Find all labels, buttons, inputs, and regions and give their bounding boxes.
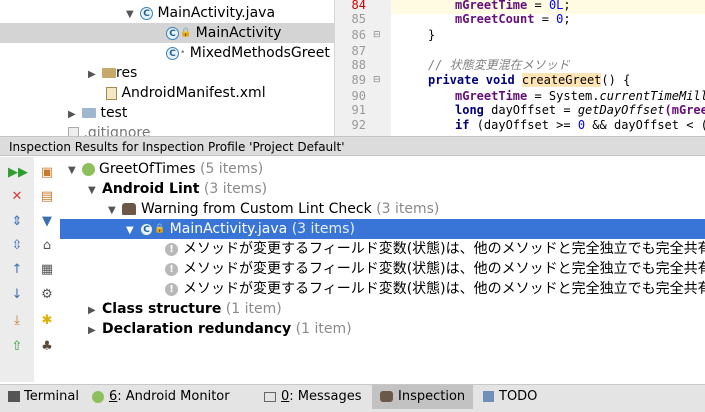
tab-terminal[interactable]: Terminal: [8, 385, 79, 409]
close-icon[interactable]: ✕: [8, 188, 26, 206]
class-icon: C: [166, 26, 179, 40]
project-tree: ▼ C MainActivity.java C 🔒 MainActivity C • …: [0, 0, 334, 136]
chevron-down-icon[interactable]: ▼: [68, 161, 82, 181]
class-icon: C: [140, 222, 153, 236]
class-icon: C: [140, 6, 153, 20]
line-number: 92: [351, 118, 366, 132]
fold-marker-icon[interactable]: ⊟: [373, 75, 381, 85]
tab-inspection[interactable]: Inspection: [372, 385, 474, 409]
code-line: }: [428, 28, 436, 42]
export-results-icon[interactable]: ⇧: [8, 338, 26, 356]
terminal-icon: [8, 391, 20, 402]
tree-item-gitignore[interactable]: .gitignore: [68, 123, 150, 136]
preview-icon[interactable]: ▦: [38, 261, 56, 279]
tree-node-file-selected[interactable]: ▼ C 🔒 MainActivity.java (3 items): [60, 219, 705, 239]
dot-icon: •: [180, 48, 186, 58]
tree-item-test[interactable]: ▶ test: [68, 103, 127, 123]
import-icon[interactable]: ⤓: [8, 312, 26, 330]
chevron-down-icon[interactable]: ▼: [126, 5, 140, 25]
code-line: if (dayOffset >= 0 && dayOffset < (3: [455, 118, 705, 132]
tree-node-warning[interactable]: ▼ Warning from Custom Lint Check (3 items…: [60, 199, 705, 219]
tree-node-android-lint[interactable]: ▼ Android Lint (3 items): [60, 179, 705, 199]
lock-icon: 🔒: [180, 28, 192, 38]
tree-item-mainactivity-java[interactable]: ▼ C MainActivity.java: [126, 3, 275, 23]
todo-icon: [483, 391, 494, 402]
tab-todo[interactable]: TODO: [483, 385, 537, 409]
manifest-file-icon: [106, 86, 117, 100]
tree-node-declaration-redundancy[interactable]: ▶ Declaration redundancy (1 item): [60, 319, 705, 339]
tree-item-androidmanifest[interactable]: AndroidManifest.xml: [106, 83, 266, 103]
fold-marker-icon[interactable]: ⊟: [373, 30, 381, 40]
lock-icon: 🔒: [154, 224, 166, 234]
top-area: ▼ C MainActivity.java C 🔒 MainActivity C • …: [0, 0, 705, 136]
android-icon: [92, 390, 104, 403]
tree-node-class-structure[interactable]: ▶ Class structure (1 item): [60, 299, 705, 319]
warning-icon: !: [165, 242, 178, 256]
inspector-icon[interactable]: ♣: [38, 338, 56, 356]
messages-icon: [264, 391, 276, 402]
problem-item[interactable]: ! メソッドが変更するフィールド変数(状態)は、他のメソッドと完全独立でも完全共有…: [60, 259, 705, 279]
editor-gutter: 84 85 86 87 88 89 90 91 92 ⊟ ⊟: [334, 0, 391, 136]
folder-icon: [102, 68, 116, 78]
class-icon: C: [166, 46, 179, 60]
previous-arrow-icon[interactable]: ↑: [8, 261, 26, 279]
inspection-icon: [380, 391, 393, 402]
folder-icon: [82, 108, 96, 118]
chevron-down-icon[interactable]: ▼: [126, 221, 140, 241]
tree-node-root[interactable]: ▼ GreetOfTimes (5 items): [60, 159, 705, 179]
collapse-all-icon[interactable]: ⇳: [8, 237, 26, 255]
chevron-right-icon[interactable]: ▶: [88, 321, 102, 341]
problem-item[interactable]: ! メソッドが変更するフィールド変数(状態)は、他のメソッドと完全独立でも完全共有…: [60, 279, 705, 299]
autoscroll-icon[interactable]: ⌂: [38, 237, 56, 255]
warning-icon: !: [165, 282, 178, 296]
chevron-right-icon[interactable]: ▶: [68, 105, 82, 125]
android-icon: [82, 162, 95, 176]
inspector-icon: [122, 203, 136, 215]
inspection-results-tree: ▼ GreetOfTimes (5 items) ▼ Android Lint (3…: [60, 157, 705, 382]
filter-icon[interactable]: ▼: [38, 213, 56, 231]
inspection-panel-header: Inspection Results for Inspection Profil…: [0, 136, 705, 156]
problem-item[interactable]: ! メソッドが変更するフィールド変数(状態)は、他のメソッドと完全独立でも完全共有…: [60, 239, 705, 259]
file-icon: [68, 126, 79, 136]
inspection-toolbar: ▶▶ ▣ ✕ ▤ ⇕ ▼ ⇳ ⌂ ↑ ▦ ↓ ⚙ ⤓ ✱ ⇧ ♣: [0, 157, 53, 382]
code-editor[interactable]: mGreetTime = 0L; mGreetCount = 0; } // 状…: [391, 0, 705, 136]
tree-item-mixedmethodsgreet[interactable]: C • MixedMethodsGreet: [166, 43, 330, 63]
tree-item-mainactivity-class[interactable]: C 🔒 MainActivity: [166, 23, 281, 43]
chevron-down-icon[interactable]: ▼: [108, 201, 122, 221]
group-icon[interactable]: ▤: [38, 188, 56, 206]
export-icon[interactable]: ▣: [38, 164, 56, 182]
rerun-icon[interactable]: ▶▶: [8, 164, 28, 182]
warning-icon: !: [165, 262, 178, 276]
settings-icon[interactable]: ⚙: [38, 286, 56, 304]
tab-messages[interactable]: 0: Messages: [264, 385, 362, 409]
lightbulb-icon[interactable]: ✱: [38, 312, 56, 330]
expand-all-icon[interactable]: ⇕: [8, 213, 26, 231]
chevron-right-icon[interactable]: ▶: [88, 301, 102, 321]
chevron-down-icon[interactable]: ▼: [88, 181, 102, 201]
tree-item-res[interactable]: ▶ res: [88, 63, 137, 83]
tab-android-monitor[interactable]: 6: Android Monitor: [92, 385, 230, 409]
bottom-tool-window-bar: Terminal 6: Android Monitor 0: Messages …: [0, 384, 705, 412]
next-arrow-icon[interactable]: ↓: [8, 286, 26, 304]
chevron-right-icon[interactable]: ▶: [88, 65, 102, 85]
